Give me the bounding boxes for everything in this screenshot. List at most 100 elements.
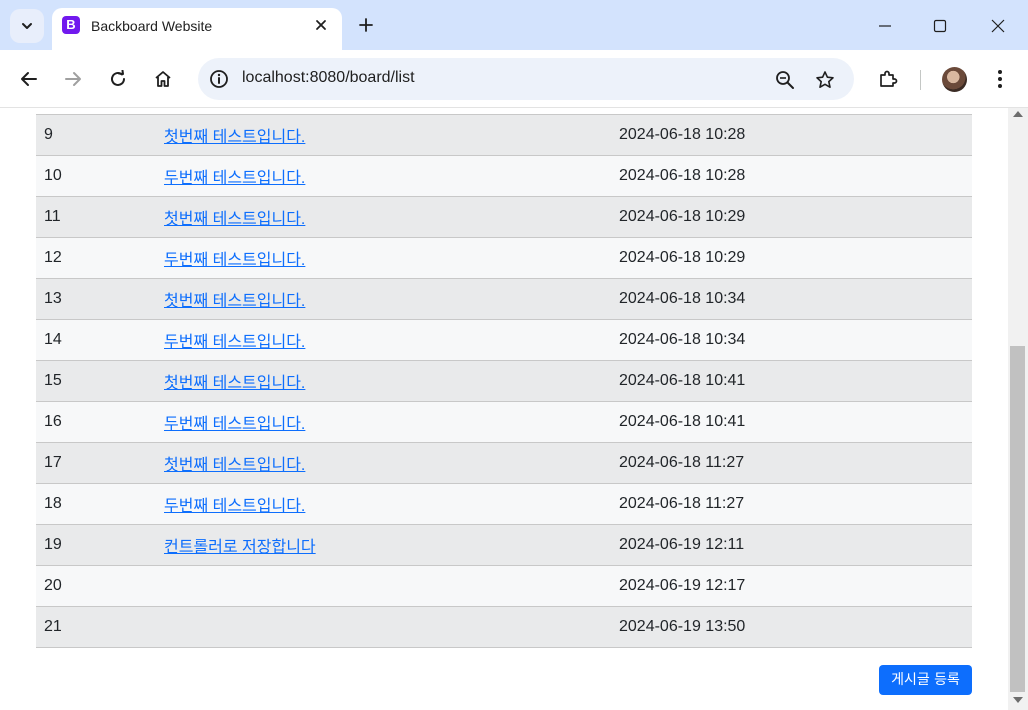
table-row: 19 컨트롤러로 저장합니다 2024-06-19 12:11 [36,524,972,566]
post-title-cell: 첫번째 테스트입니다. [164,279,619,320]
post-title-cell: 두번째 테스트입니다. [164,402,619,443]
table-row: 11 첫번째 테스트입니다. 2024-06-18 10:29 [36,196,972,238]
table-row: 13 첫번째 테스트입니다. 2024-06-18 10:34 [36,278,972,320]
post-number: 15 [44,372,62,389]
maximize-button[interactable] [917,6,963,46]
post-number: 21 [44,618,62,635]
post-title-cell: 두번째 테스트입니다. [164,156,619,197]
home-button[interactable] [148,64,178,94]
extensions-button[interactable] [873,64,903,94]
forward-button[interactable] [58,64,88,94]
post-title-link[interactable]: 첫번째 테스트입니다. [164,129,305,146]
post-title-cell [164,607,619,648]
table-row: 20 2024-06-19 12:17 [36,565,972,607]
table-row: 18 두번째 테스트입니다. 2024-06-18 11:27 [36,483,972,525]
url-text[interactable]: localhost:8080/board/list [242,69,415,87]
post-date: 2024-06-19 12:17 [619,577,746,594]
star-icon [816,71,834,88]
maximize-icon [933,19,947,33]
scrollbar-thumb[interactable] [1010,346,1025,692]
post-date: 2024-06-18 10:29 [619,249,746,266]
scroll-down-arrow-icon[interactable] [1013,697,1023,703]
post-number: 11 [44,208,61,225]
zoom-icon [776,71,794,89]
site-info-button[interactable] [208,68,230,90]
post-date: 2024-06-18 10:34 [619,290,746,307]
arrow-left-icon [21,72,37,86]
reload-button[interactable] [103,64,133,94]
post-title-link[interactable]: 두번째 테스트입니다. [164,416,305,433]
post-date: 2024-06-18 10:29 [619,208,746,225]
zoom-button[interactable] [772,67,798,93]
back-button[interactable] [14,64,44,94]
post-title-cell: 첫번째 테스트입니다. [164,361,619,402]
post-title-cell: 컨트롤러로 저장합니다 [164,525,619,566]
chevron-down-icon [22,23,32,29]
register-post-button[interactable]: 게시글 등록 [879,665,972,695]
browser-toolbar: localhost:8080/board/list [0,50,1028,108]
post-number: 9 [44,126,53,143]
post-title-cell [164,566,619,607]
post-number: 19 [44,536,62,553]
post-title-cell: 첫번째 테스트입니다. [164,197,619,238]
post-title-cell: 첫번째 테스트입니다. [164,443,619,484]
table-row: 15 첫번째 테스트입니다. 2024-06-18 10:41 [36,360,972,402]
post-date: 2024-06-18 10:34 [619,331,746,348]
post-title-link[interactable]: 두번째 테스트입니다. [164,170,305,187]
post-title-cell: 첫번째 테스트입니다. [164,115,619,156]
tab-title: Backboard Website [91,18,213,34]
vertical-scrollbar[interactable] [1008,108,1028,710]
post-title-link[interactable]: 두번째 테스트입니다. [164,498,305,515]
post-title-link[interactable]: 첫번째 테스트입니다. [164,293,305,310]
post-number: 13 [44,290,62,307]
post-number: 18 [44,495,62,512]
new-tab-button[interactable] [352,11,380,39]
browser-tab[interactable]: B Backboard Website [52,8,342,50]
post-number: 14 [44,331,62,348]
tab-search-button[interactable] [10,9,44,43]
post-title-link[interactable]: 컨트롤러로 저장합니다 [164,539,316,556]
puzzle-icon [880,70,898,87]
plus-icon [359,18,373,32]
home-icon [155,71,171,87]
post-title-link[interactable]: 첫번째 테스트입니다. [164,457,305,474]
close-window-button[interactable] [975,6,1021,46]
post-date: 2024-06-18 11:27 [619,454,745,471]
bookmark-button[interactable] [812,67,838,93]
address-bar[interactable]: localhost:8080/board/list [198,58,854,100]
post-date: 2024-06-18 11:27 [619,495,745,512]
menu-button[interactable] [985,64,1015,94]
post-date: 2024-06-18 10:28 [619,126,746,143]
table-row: 10 두번째 테스트입니다. 2024-06-18 10:28 [36,155,972,197]
post-title-link[interactable]: 두번째 테스트입니다. [164,334,305,351]
post-number: 20 [44,577,62,594]
favicon: B [62,16,80,34]
post-date: 2024-06-18 10:28 [619,167,746,184]
info-icon [210,70,228,88]
post-title-link[interactable]: 첫번째 테스트입니다. [164,211,305,228]
post-date: 2024-06-19 12:11 [619,536,745,553]
post-date: 2024-06-19 13:50 [619,618,746,635]
post-number: 16 [44,413,62,430]
post-title-cell: 두번째 테스트입니다. [164,320,619,361]
close-icon [991,19,1005,33]
tab-strip: B Backboard Website [0,0,1028,50]
post-number: 10 [44,167,62,184]
minimize-button[interactable] [862,6,908,46]
board-table: 9 첫번째 테스트입니다. 2024-06-18 10:28 10 두번째 테스트입니다… [36,114,972,648]
avatar[interactable] [942,67,967,92]
scroll-up-arrow-icon[interactable] [1013,111,1023,117]
tab-close-button[interactable] [310,14,332,36]
table-row: 9 첫번째 테스트입니다. 2024-06-18 10:28 [36,114,972,156]
close-icon [316,20,326,30]
table-row: 16 두번째 테스트입니다. 2024-06-18 10:41 [36,401,972,443]
minimize-icon [879,25,891,27]
post-title-link[interactable]: 두번째 테스트입니다. [164,252,305,269]
post-title-cell: 두번째 테스트입니다. [164,238,619,279]
kebab-menu-icon [998,70,1002,88]
post-date: 2024-06-18 10:41 [619,372,746,389]
arrow-right-icon [65,72,81,86]
post-title-link[interactable]: 첫번째 테스트입니다. [164,375,305,392]
table-row: 17 첫번째 테스트입니다. 2024-06-18 11:27 [36,442,972,484]
reload-icon [111,70,125,86]
